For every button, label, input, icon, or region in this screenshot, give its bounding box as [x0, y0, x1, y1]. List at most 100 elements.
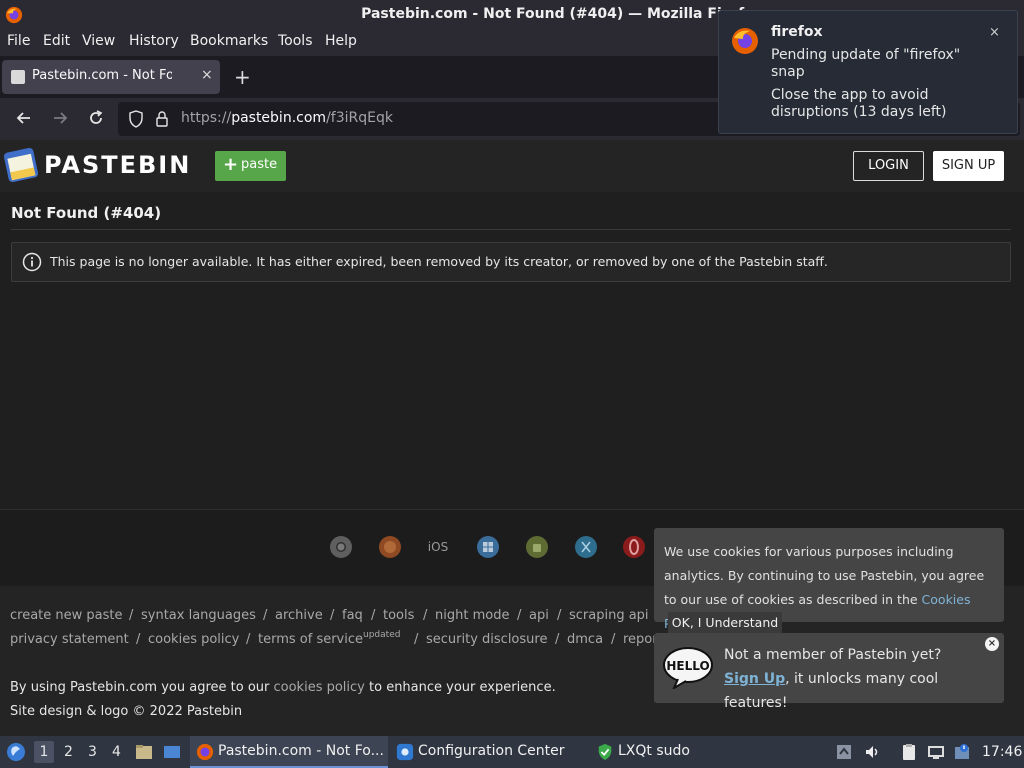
tracking-shield-icon[interactable]	[128, 110, 144, 128]
workspace-4[interactable]: 4	[112, 744, 121, 760]
footer-separator: /	[136, 632, 141, 647]
back-icon[interactable]	[14, 108, 34, 128]
task-firefox[interactable]: Pastebin.com - Not Fo...	[190, 736, 388, 768]
footer-link-api[interactable]: api	[529, 608, 549, 623]
network-icon[interactable]	[927, 743, 945, 761]
workspace-1[interactable]: 1	[34, 741, 54, 763]
cookies-policy-link[interactable]: cookies policy	[274, 680, 365, 695]
footer-separator: /	[557, 608, 562, 623]
pastebin-logo-icon[interactable]	[4, 146, 38, 184]
menu-history[interactable]: History	[129, 33, 179, 49]
update-notifier-icon[interactable]	[953, 743, 971, 761]
footer-separator: /	[517, 608, 522, 623]
task-label: Configuration Center	[418, 743, 565, 759]
lock-icon[interactable]	[154, 110, 170, 128]
plus-icon: +	[223, 154, 239, 175]
workspace-2[interactable]: 2	[64, 744, 73, 760]
footer-separator: /	[371, 608, 376, 623]
footer-agreement: By using Pastebin.com you agree to our c…	[10, 680, 556, 695]
updated-badge: updated	[363, 630, 401, 640]
workspace-3[interactable]: 3	[88, 744, 97, 760]
footer-link-syntax-languages[interactable]: syntax languages	[141, 608, 256, 623]
show-desktop-icon[interactable]	[163, 743, 181, 761]
footer-separator: /	[129, 608, 134, 623]
footer-link-security-disclosure[interactable]: security disclosure	[426, 632, 547, 647]
file-manager-icon[interactable]	[135, 743, 153, 761]
menu-view[interactable]: View	[82, 33, 115, 49]
tab-pastebin[interactable]: Pastebin.com - Not Found (#404) ×	[2, 60, 220, 94]
url-scheme: https://	[181, 110, 232, 126]
signup-promo-popup: HELLO Not a member of Pastebin yet? Sign …	[654, 633, 1004, 711]
tray-up-arrow-icon[interactable]	[835, 743, 853, 761]
notification-app-name: firefox	[771, 24, 823, 40]
firefox-icon[interactable]	[378, 535, 402, 559]
footer-link-report[interactable]: repor	[623, 632, 658, 647]
terms-label: terms of service	[258, 632, 364, 647]
menu-tools[interactable]: Tools	[278, 33, 313, 49]
task-lxqt-sudo[interactable]: LXQt sudo	[590, 736, 770, 768]
footer-separator: /	[611, 632, 616, 647]
cookie-ok-button[interactable]: OK, I Understand	[668, 612, 782, 634]
footer-link-cookies-policy[interactable]: cookies policy	[148, 632, 239, 647]
clock[interactable]: 17:46	[982, 744, 1022, 760]
page-title: Not Found (#404)	[11, 204, 162, 222]
url-path: /f3iRqEqk	[326, 110, 393, 126]
login-button[interactable]: LOGIN	[853, 151, 924, 181]
forward-icon[interactable]	[50, 108, 70, 128]
site-brand[interactable]: PASTEBIN	[44, 151, 191, 179]
volume-icon[interactable]	[863, 743, 881, 761]
divider	[11, 229, 1011, 230]
agreement-text: By using Pastebin.com you agree to our	[10, 680, 274, 695]
tab-close-icon[interactable]: ×	[201, 67, 213, 83]
site-header: PASTEBIN + paste LOGIN SIGN UP	[0, 140, 1024, 192]
task-configuration-center[interactable]: Configuration Center	[390, 736, 586, 768]
footer-link-terms-of-service[interactable]: terms of serviceupdated	[258, 630, 401, 647]
firefox-icon	[732, 28, 758, 54]
footer-link-privacy-statement[interactable]: privacy statement	[10, 632, 129, 647]
cookie-consent-popup: We use cookies for various purposes incl…	[654, 528, 1004, 631]
macos-icon[interactable]	[574, 535, 598, 559]
footer-link-tools[interactable]: tools	[383, 608, 414, 623]
reload-icon[interactable]	[86, 108, 106, 128]
footer-link-faq[interactable]: faq	[342, 608, 363, 623]
update-notification[interactable]: firefox × Pending update of "firefox" sn…	[718, 10, 1018, 134]
chrome-icon[interactable]	[329, 535, 353, 559]
new-paste-button[interactable]: + paste	[215, 151, 286, 181]
url-text: https://pastebin.com/f3iRqEqk	[181, 110, 393, 126]
footer-link-scraping-api[interactable]: scraping api	[569, 608, 649, 623]
menu-edit[interactable]: Edit	[43, 33, 70, 49]
agreement-text-end: to enhance your experience.	[364, 680, 556, 695]
svg-text:HELLO: HELLO	[666, 659, 709, 673]
start-menu-icon[interactable]	[5, 741, 27, 763]
taskbar: 1 2 3 4 Pastebin.com - Not Fo... Configu…	[0, 736, 1024, 768]
footer-separator: /	[414, 632, 419, 647]
footer-separator: /	[423, 608, 428, 623]
menu-help[interactable]: Help	[325, 33, 357, 49]
notice-message: This page is no longer available. It has…	[50, 254, 828, 269]
info-icon	[22, 252, 42, 272]
shield-check-icon	[598, 743, 612, 761]
windows-icon[interactable]	[476, 535, 500, 559]
menu-file[interactable]: File	[7, 33, 30, 49]
menu-bookmarks[interactable]: Bookmarks	[190, 33, 268, 49]
new-tab-button[interactable]: +	[234, 65, 251, 89]
signup-button[interactable]: SIGN UP	[933, 151, 1004, 181]
android-icon[interactable]	[525, 535, 549, 559]
notification-close-icon[interactable]: ×	[989, 25, 1000, 40]
close-icon[interactable]: ×	[985, 637, 999, 651]
firefox-icon	[196, 743, 214, 761]
clipboard-icon[interactable]	[900, 743, 918, 761]
tab-title: Pastebin.com - Not Found (#404)	[32, 68, 172, 83]
footer-link-create-new-paste[interactable]: create new paste	[10, 608, 123, 623]
paste-button-label: paste	[241, 157, 278, 172]
notification-body-line1: Pending update of "firefox" snap	[771, 47, 961, 80]
footer-link-dmca[interactable]: dmca	[567, 632, 603, 647]
signup-link[interactable]: Sign Up	[724, 671, 785, 687]
url-domain: pastebin.com	[231, 110, 327, 126]
footer-link-night-mode[interactable]: night mode	[435, 608, 509, 623]
ios-label[interactable]: iOS	[426, 535, 450, 559]
hello-bubble-icon: HELLO	[663, 647, 713, 689]
configuration-center-icon	[396, 743, 414, 761]
footer-link-archive[interactable]: archive	[275, 608, 323, 623]
opera-icon[interactable]	[622, 535, 646, 559]
